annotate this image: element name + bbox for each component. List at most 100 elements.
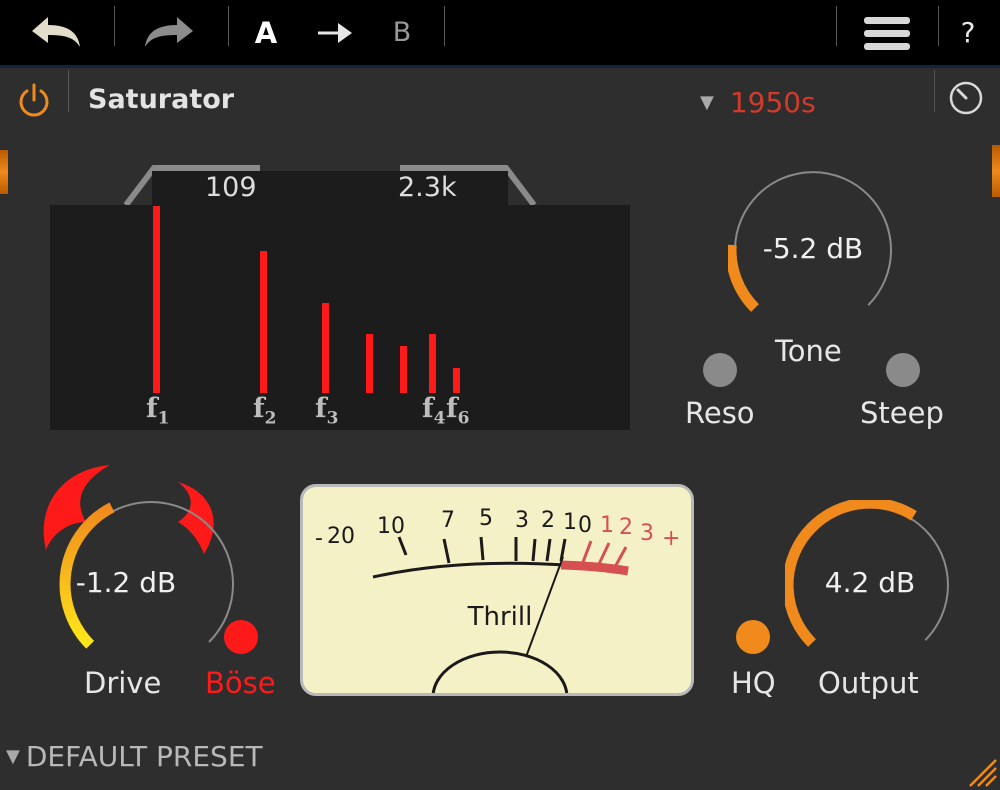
arrow-right-icon [318, 22, 352, 43]
right-side-tab[interactable] [992, 145, 1000, 197]
harmonic-label: f6 [446, 393, 469, 428]
redo-arrow-icon [145, 16, 193, 47]
drive-knob[interactable] [28, 460, 238, 660]
harmonic-bar [453, 368, 460, 393]
drive-label: Drive [84, 666, 162, 700]
harmonic-letter: f [422, 393, 434, 424]
output-value: 4.2 dB [824, 566, 916, 599]
low-frequency-value: 109 [205, 172, 257, 203]
harmonic-bar [366, 334, 373, 393]
bose-label: Böse [205, 666, 276, 700]
vu-scale-number: 10 [377, 514, 405, 539]
vu-scale-number: 0 [578, 513, 592, 538]
hq-toggle[interactable] [736, 620, 770, 654]
mode-value: 1950s [729, 85, 816, 119]
reso-toggle[interactable] [703, 353, 737, 387]
vu-scale-number-red: 1 [600, 513, 614, 538]
help-button[interactable]: ? [948, 0, 988, 65]
vu-label: Thrill [467, 602, 533, 632]
harmonic-bar [322, 303, 329, 393]
steep-label: Steep [860, 396, 944, 430]
vu-tick [397, 536, 408, 556]
undo-arrow-icon [32, 16, 80, 47]
vu-scale-number: 7 [441, 508, 455, 533]
vu-scale-number: 1 [563, 510, 577, 535]
bose-toggle[interactable] [224, 620, 258, 654]
vu-scale-number: 5 [479, 506, 493, 531]
meter-button[interactable] [948, 80, 984, 116]
harmonic-label: f1 [146, 393, 169, 428]
vu-scale-number-red: 3 [640, 521, 654, 546]
plugin-title: Saturator [88, 84, 235, 115]
ab-a-label: A [254, 15, 278, 50]
reso-label: Reso [685, 396, 755, 430]
mode-dropdown[interactable]: ▼ 1950s [700, 84, 816, 120]
vu-tick [545, 538, 552, 562]
steep-toggle[interactable] [886, 353, 920, 387]
hq-label: HQ [731, 666, 776, 700]
vu-scale-number: 3 [515, 508, 529, 533]
vu-tick [479, 536, 485, 561]
tone-label: Tone [775, 334, 842, 368]
ab-a-button[interactable]: A [244, 0, 288, 65]
dropdown-triangle-icon: ▼ [700, 91, 714, 113]
resize-grip-icon[interactable] [964, 754, 998, 788]
output-label: Output [818, 666, 919, 700]
devil-horn-right-icon [178, 482, 214, 554]
vu-red-tick [581, 540, 593, 563]
harmonic-label: f2 [253, 393, 276, 428]
vu-pivot-cover [431, 650, 569, 693]
dial-icon [949, 81, 983, 115]
toolbar-divider [938, 6, 939, 46]
harmonic-letter: f [253, 393, 265, 424]
harmonic-index: 2 [264, 408, 277, 429]
toolbar: A B ? [0, 0, 1000, 68]
harmonic-label: f3 [315, 393, 338, 428]
vu-tick [442, 538, 451, 564]
ab-copy-button[interactable] [310, 0, 358, 65]
vu-scale-number: 2 [541, 508, 555, 533]
toolbar-divider [836, 6, 837, 46]
preset-dropdown[interactable]: ▼ DEFAULT PRESET [6, 740, 263, 773]
redo-button[interactable] [135, 0, 205, 65]
help-label: ? [960, 16, 976, 49]
hamburger-menu-icon [864, 16, 910, 50]
harmonic-bar [429, 334, 436, 393]
tone-value: -5.2 dB [762, 232, 864, 265]
vu-red-tick [597, 542, 611, 565]
power-button[interactable] [16, 82, 52, 118]
harmonic-bar [153, 206, 160, 393]
high-frequency-value: 2.3k [398, 172, 457, 203]
harmonic-index: 3 [326, 408, 339, 429]
frequency-range-handle[interactable] [120, 160, 540, 210]
power-icon [19, 83, 49, 117]
harmonic-label: f4 [422, 393, 445, 428]
vu-scale-number: - [315, 526, 323, 551]
toolbar-divider [114, 6, 115, 46]
vu-tick [531, 538, 537, 562]
harmonic-bar [400, 346, 407, 393]
vu-scale-number-red: + [662, 526, 680, 551]
harmonic-letter: f [146, 393, 158, 424]
dropdown-triangle-icon: ▼ [6, 746, 20, 767]
vu-red-zone [560, 560, 629, 576]
preset-name: DEFAULT PRESET [25, 740, 263, 773]
header-divider [68, 70, 69, 112]
ab-b-label: B [392, 17, 412, 48]
drive-value: -1.2 dB [75, 566, 177, 599]
toolbar-divider [228, 6, 229, 46]
vu-red-tick [613, 546, 628, 568]
undo-button[interactable] [20, 0, 90, 65]
left-side-tab[interactable] [0, 150, 8, 194]
toolbar-divider [444, 6, 445, 46]
harmonic-index: 1 [157, 408, 170, 429]
harmonic-bar [260, 251, 267, 393]
header-divider [934, 70, 935, 112]
vu-scale-number: 20 [327, 524, 355, 549]
ab-b-button[interactable]: B [380, 0, 424, 65]
harmonic-index: 6 [457, 408, 470, 429]
menu-button[interactable] [856, 0, 918, 65]
harmonic-index: 4 [433, 408, 446, 429]
harmonic-letter: f [315, 393, 327, 424]
vu-scale-number-red: 2 [619, 515, 633, 540]
